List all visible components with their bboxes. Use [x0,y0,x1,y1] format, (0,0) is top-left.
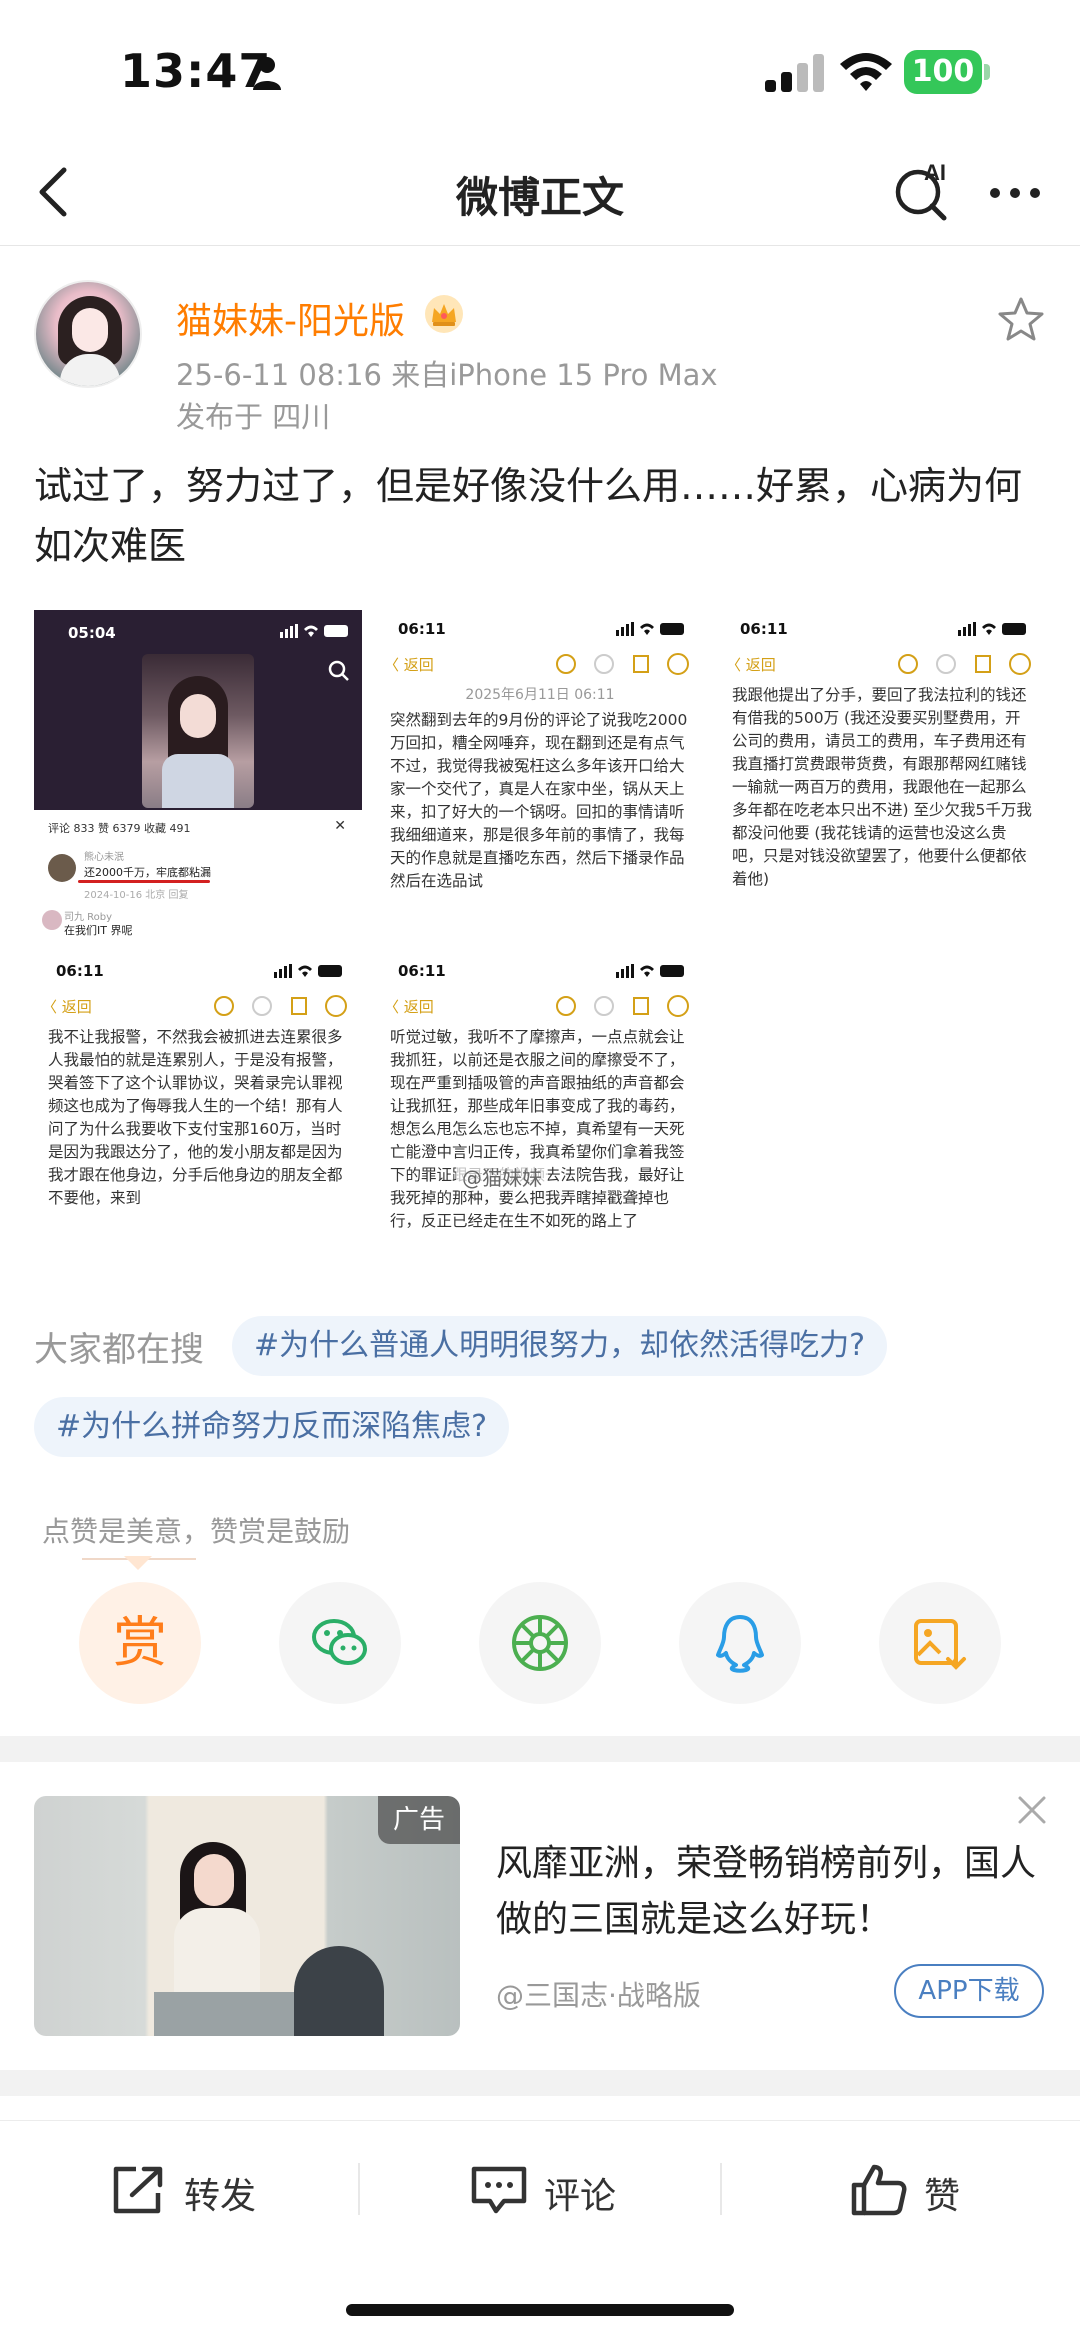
image-1-comment-date: 2024-10-16 北京 回复 [84,890,189,901]
search-icon [328,660,349,681]
ad-badge: 广告 [378,1796,460,1844]
image-4-time: 06:11 [56,962,104,980]
save-image-icon [914,1619,966,1670]
save-image-button[interactable] [879,1582,1001,1704]
ai-search-icon[interactable]: AI [890,158,956,224]
reward-label: 赏 [113,1611,167,1674]
image-1-reply-user: 司九 Roby [64,912,113,923]
post-meta: 25-6-11 08:16 来自iPhone 15 Pro Max [176,358,718,392]
more-icon[interactable] [985,168,1045,218]
notes-toolbar [898,653,1031,675]
image-5-back: 〈 返回 [384,998,434,1016]
image-3-time: 06:11 [740,620,788,638]
wifi-icon [840,53,892,91]
image-3-back: 〈 返回 [726,656,776,674]
image-2-back: 〈 返回 [384,656,434,674]
battery-icon: 100 [904,50,990,94]
image-4-back: 〈 返回 [42,998,92,1016]
image-4-text: 我不让我报警，不然我会被抓进去连累很多人我最怕的就是连累别人，于是没有报警，哭着… [48,1028,343,1207]
comment-icon [471,2166,527,2214]
image-5-time: 06:11 [398,962,446,980]
trending-search-label: 大家都在搜 [34,1330,204,1370]
status-icons [274,964,342,978]
status-time: 13:47 [120,44,272,98]
image-1-stats: 评论 833 赞 6379 收藏 491 [48,822,191,835]
post-image-4[interactable]: 06:11 〈 返回 我不让我报警，不然我会被抓进去连累很多人我最怕的就是连累别… [34,952,362,1280]
home-indicator[interactable] [346,2304,734,2316]
share-moments-button[interactable] [479,1582,601,1704]
person-icon [253,57,281,90]
repost-icon [113,2166,163,2214]
svg-text:AI: AI [924,160,946,185]
battery-level: 100 [904,50,982,94]
like-label: 赞 [924,2176,961,2217]
notes-toolbar [214,995,347,1017]
star-icon[interactable] [998,296,1044,342]
image-1-close: ✕ [334,818,346,834]
signal-icon [765,54,824,92]
image-1-comment-text: 还2000千万，牢底都粘漏 [84,866,211,879]
post-image-1[interactable]: 05:04 评论 833 赞 6379 收藏 491 ✕ 熊心未泯 还2000千… [34,610,362,938]
ad-title[interactable]: 风靡亚洲，荣登畅销榜前列，国人做的三国就是这么好玩！ [496,1836,1046,1948]
nav-bar: 微博正文 AI [0,140,1080,246]
ad-image[interactable]: 广告 [34,1796,460,2036]
wechat-icon [312,1619,367,1665]
image-5-text: 听觉过敏，我听不了摩擦声，一点点就会让我抓狂，以前还是衣服之间的摩擦受不了，现在… [390,1028,685,1230]
image-2-time: 06:11 [398,620,446,638]
image-2-date: 2025年6月11日 06:11 [465,687,615,703]
image-2-text: 突然翻到去年的9月份的评论了说我吃2000万回扣，糟全网唾弃，现在翻到还是有点气… [390,711,688,890]
ad-download-button[interactable]: APP下载 [894,1964,1044,2018]
image-1-time: 05:04 [68,624,116,642]
moments-icon [512,1615,568,1671]
status-icons [616,622,684,636]
status-bar: 13:47 100 [0,0,1080,140]
post-location: 发布于 四川 [176,400,331,434]
status-icons [958,622,1026,636]
status-icons [616,964,684,978]
post-text: 试过了，努力过了，但是好像没什么用……好累，心病为何如次难医 [34,464,1023,568]
notes-toolbar [556,995,689,1017]
thumbs-up-icon [851,2164,907,2216]
image-1-comment-user: 熊心未泯 [84,852,124,863]
close-icon[interactable] [1012,1790,1052,1830]
share-wechat-button[interactable] [279,1582,401,1704]
post-image-2[interactable]: 06:11 〈 返回 2025年6月11日 06:11 突然翻到去年的9月份的评… [376,610,704,938]
post-image-3[interactable]: 06:11 〈 返回 我跟他提出了分手，要回了我法拉利的钱还有借我的500万 (… [718,610,1046,938]
comment-label: 评论 [544,2176,617,2217]
image-1-reply-text: 在我们IT 界呢 [64,924,133,937]
search-topic-1[interactable]: #为什么普通人明明很努力，却依然活得吃力? [232,1316,888,1376]
bottom-action-bar: 转发 评论 赞 [0,2120,1080,2260]
image-watermark: @猫妹妹 [456,1162,548,1191]
search-topic-2[interactable]: #为什么拼命努力反而深陷焦虑? [34,1397,510,1457]
reward-tip: 点赞是美意，赞赏是鼓励 [42,1515,351,1548]
notes-toolbar [556,653,689,675]
avatar[interactable] [34,280,142,388]
post-image-5[interactable]: 06:11 〈 返回 听觉过敏，我听不了摩擦声，一点点就会让我抓狂，以前还是衣服… [376,952,704,1280]
qq-icon [716,1615,764,1673]
user-name[interactable]: 猫妹妹-阳光版 [176,292,405,344]
image-3-text: 我跟他提出了分手，要回了我法拉利的钱还有借我的500万 (我还没要买别墅费用，开… [732,686,1032,888]
share-qq-button[interactable] [679,1582,801,1704]
status-icons [280,624,348,638]
reward-button[interactable]: 赏 [79,1582,201,1704]
crown-icon [425,295,463,333]
repost-label: 转发 [184,2176,257,2217]
ad-source: @三国志·战略版 [496,1979,701,2012]
